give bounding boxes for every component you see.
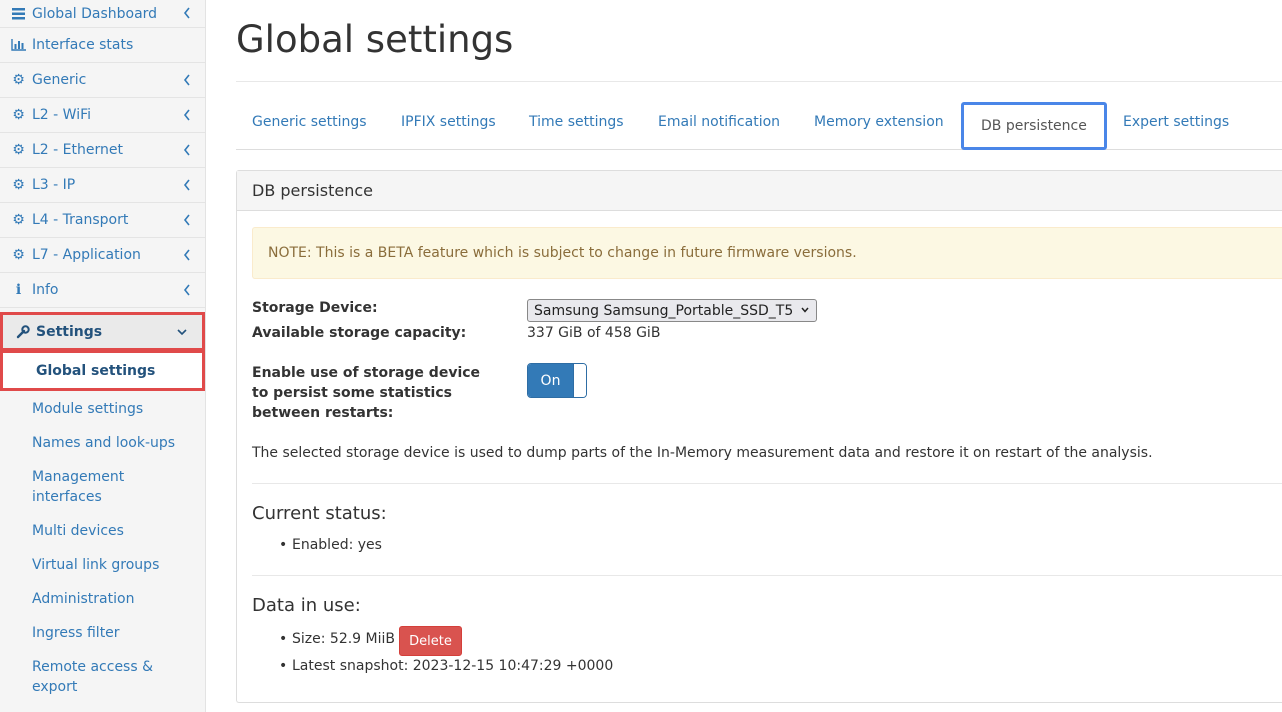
- sidebar-item-label: L2 - Ethernet: [32, 142, 123, 158]
- sidebar-subitem-management-interfaces[interactable]: Management interfaces: [32, 467, 152, 507]
- storage-device-value: Samsung Samsung_Portable_SSD_T5: [534, 302, 794, 319]
- capacity-label: Available storage capacity:: [252, 325, 467, 341]
- storage-device-select[interactable]: Samsung Samsung_Portable_SSD_T5: [527, 299, 817, 322]
- current-status-heading: Current status:: [252, 503, 387, 524]
- page-title: Global settings: [236, 18, 514, 61]
- chevron-left-icon: [183, 7, 190, 19]
- data-in-use-heading: Data in use:: [252, 595, 361, 616]
- sidebar-item-label: Info: [32, 282, 59, 298]
- info-icon: i: [15, 282, 22, 298]
- enable-label-line-3: between restarts:: [252, 405, 394, 421]
- sidebar: Global Dashboard Interface stats ⚙ Gener…: [0, 0, 206, 712]
- chevron-left-icon: [183, 214, 190, 226]
- sidebar-item-settings[interactable]: Settings: [0, 312, 205, 351]
- sidebar-subitem-names-lookups[interactable]: Names and look-ups: [32, 433, 175, 453]
- sidebar-item-label: L4 - Transport: [32, 212, 129, 228]
- sidebar-subitem-virtual-link-groups[interactable]: Virtual link groups: [32, 555, 159, 575]
- tab-db-persistence[interactable]: DB persistence: [961, 102, 1107, 150]
- chevron-down-icon: [177, 329, 187, 336]
- gear-icon: ⚙: [12, 107, 25, 123]
- tab-time-settings[interactable]: Time settings: [529, 114, 624, 130]
- chevron-down-icon: [801, 307, 809, 313]
- sidebar-item-label: Settings: [36, 323, 103, 340]
- sidebar-item-label: L3 - IP: [32, 177, 76, 193]
- panel-title: DB persistence: [237, 171, 1282, 211]
- sidebar-item-global-dashboard[interactable]: Global Dashboard: [0, 0, 205, 28]
- sidebar-subitem-global-settings[interactable]: Global settings: [0, 351, 205, 391]
- data-size-item: Size: 52.9 MiiB: [279, 631, 395, 647]
- tab-expert-settings[interactable]: Expert settings: [1123, 114, 1229, 130]
- capacity-value: 337 GiB of 458 GiB: [527, 325, 661, 341]
- sidebar-item-label: L7 - Application: [32, 247, 141, 263]
- dashboard-icon: [11, 7, 26, 21]
- sidebar-item-info[interactable]: i Info: [0, 273, 205, 308]
- tab-email-notification[interactable]: Email notification: [658, 114, 780, 130]
- sidebar-item-label: Interface stats: [32, 37, 134, 53]
- sidebar-subitem-remote-access-export[interactable]: Remote access & export: [32, 657, 172, 697]
- chevron-left-icon: [183, 144, 190, 156]
- chevron-left-icon: [183, 74, 190, 86]
- sidebar-item-l7-application[interactable]: ⚙ L7 - Application: [0, 238, 205, 273]
- chevron-left-icon: [183, 249, 190, 261]
- toggle-knob: [573, 364, 586, 397]
- tab-bar: Generic settings IPFIX settings Time set…: [236, 102, 1282, 150]
- sidebar-item-l2-ethernet[interactable]: ⚙ L2 - Ethernet: [0, 133, 205, 168]
- enable-label-line-2: to persist some statistics: [252, 385, 452, 401]
- chevron-left-icon: [183, 179, 190, 191]
- tab-ipfix-settings[interactable]: IPFIX settings: [401, 114, 496, 130]
- sidebar-item-l3-ip[interactable]: ⚙ L3 - IP: [0, 168, 205, 203]
- sidebar-subitem-administration[interactable]: Administration: [32, 589, 134, 609]
- sidebar-item-label: Global settings: [36, 362, 156, 379]
- enable-persistence-toggle[interactable]: On: [527, 363, 587, 398]
- gear-icon: ⚙: [12, 142, 25, 158]
- sidebar-subitem-module-settings[interactable]: Module settings: [32, 399, 143, 419]
- storage-device-label: Storage Device:: [252, 300, 378, 316]
- sidebar-item-label: Global Dashboard: [32, 5, 158, 22]
- status-enabled-item: Enabled: yes: [279, 537, 382, 553]
- latest-snapshot-item: Latest snapshot: 2023-12-15 10:47:29 +00…: [279, 658, 613, 674]
- delete-button[interactable]: Delete: [399, 626, 462, 656]
- chevron-left-icon: [183, 109, 190, 121]
- divider: [236, 81, 1282, 82]
- sidebar-item-l4-transport[interactable]: ⚙ L4 - Transport: [0, 203, 205, 238]
- tab-memory-extension[interactable]: Memory extension: [814, 114, 944, 130]
- gear-icon: ⚙: [12, 72, 25, 88]
- chevron-left-icon: [183, 284, 190, 296]
- bar-chart-icon: [11, 38, 26, 52]
- gear-icon: ⚙: [12, 247, 25, 263]
- gear-icon: ⚙: [12, 212, 25, 228]
- enable-label-line-1: Enable use of storage device: [252, 365, 481, 381]
- sidebar-item-generic[interactable]: ⚙ Generic: [0, 63, 205, 98]
- divider: [252, 483, 1282, 484]
- sidebar-item-label: L2 - WiFi: [32, 107, 92, 123]
- sidebar-item-label: Generic: [32, 72, 87, 88]
- sidebar-subitem-multi-devices[interactable]: Multi devices: [32, 521, 124, 541]
- sidebar-item-l2-wifi[interactable]: ⚙ L2 - WiFi: [0, 98, 205, 133]
- divider: [252, 575, 1282, 576]
- beta-warning-note: NOTE: This is a BETA feature which is su…: [252, 227, 1282, 279]
- db-persistence-panel: DB persistence NOTE: This is a BETA feat…: [236, 170, 1282, 703]
- sidebar-item-interface-stats[interactable]: Interface stats: [0, 28, 205, 63]
- wrench-icon: [16, 324, 30, 339]
- toggle-on-label: On: [528, 364, 573, 397]
- gear-icon: ⚙: [12, 177, 25, 193]
- tab-generic-settings[interactable]: Generic settings: [252, 114, 367, 130]
- sidebar-subitem-ingress-filter[interactable]: Ingress filter: [32, 623, 120, 643]
- description-text: The selected storage device is used to d…: [252, 445, 1153, 461]
